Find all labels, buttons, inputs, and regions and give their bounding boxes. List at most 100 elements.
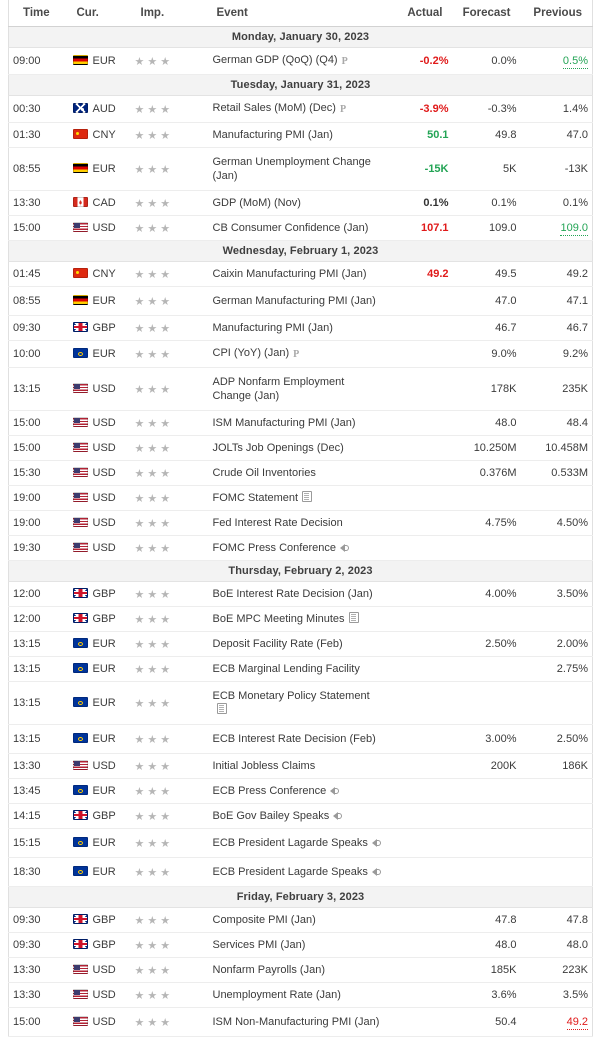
table-row[interactable]: 13:15 USD ★★★ ADP Nonfarm Employment Change… <box>8 367 593 411</box>
column-header-event[interactable]: Event <box>208 0 387 27</box>
table-row[interactable]: 15:00 USD ★★★ CB Consumer Confidence (Jan) 1… <box>8 215 593 241</box>
table-row[interactable]: 15:00 USD ★★★ ISM Manufacturing PMI (Jan) 48… <box>8 410 593 436</box>
event-importance[interactable]: ★★★ <box>130 535 209 561</box>
event-importance[interactable]: ★★★ <box>130 778 209 804</box>
table-row[interactable]: 01:45 CNY ★★★ Caixin Manufacturing PMI (Jan… <box>8 261 593 287</box>
table-row[interactable]: 08:55 EUR ★★★ German Unemployment Change (J… <box>8 147 593 191</box>
table-row[interactable]: 10:00 EUR ★★★ CPI (YoY) (Jan) P 9.0% 9.2% <box>8 340 593 368</box>
event-importance[interactable]: ★★★ <box>130 286 209 316</box>
event-name-cell[interactable]: Deposit Facility Rate (Feb) <box>208 631 387 657</box>
event-importance[interactable]: ★★★ <box>130 315 209 341</box>
table-row[interactable]: 13:15 EUR ★★★ ECB Interest Rate Decision (F… <box>8 724 593 754</box>
table-row[interactable]: 09:30 GBP ★★★ Services PMI (Jan) 48.0 48.0 <box>8 932 593 958</box>
column-header-forecast[interactable]: Forecast <box>452 0 521 27</box>
table-row[interactable]: 09:00 EUR ★★★ German GDP (QoQ) (Q4) P -0.2% 0.… <box>8 47 593 75</box>
event-name-cell[interactable]: CB Consumer Confidence (Jan) <box>208 215 387 241</box>
event-name-cell[interactable]: JOLTs Job Openings (Dec) <box>208 435 387 461</box>
document-icon[interactable] <box>302 491 313 502</box>
revised-value[interactable]: 109.0 <box>560 222 588 236</box>
table-row[interactable]: 19:00 USD ★★★ Fed Interest Rate Decision 4.7… <box>8 510 593 536</box>
column-header-previous[interactable]: Previous <box>520 0 593 27</box>
event-name-cell[interactable]: German Manufacturing PMI (Jan) <box>208 286 387 316</box>
event-importance[interactable]: ★★★ <box>130 681 209 725</box>
event-importance[interactable]: ★★★ <box>130 606 209 632</box>
table-row[interactable]: 19:30 USD ★★★ FOMC Press Conference <box>8 535 593 561</box>
table-row[interactable]: 13:15 EUR ★★★ ECB Monetary Policy Statement <box>8 681 593 725</box>
event-importance[interactable]: ★★★ <box>130 340 209 368</box>
event-importance[interactable]: ★★★ <box>130 857 209 887</box>
event-name-cell[interactable]: Manufacturing PMI (Jan) <box>208 315 387 341</box>
event-importance[interactable]: ★★★ <box>130 510 209 536</box>
event-name-cell[interactable]: ECB President Lagarde Speaks <box>208 828 387 858</box>
table-row[interactable]: 18:30 EUR ★★★ ECB President Lagarde Speaks <box>8 857 593 887</box>
column-header-actual[interactable]: Actual <box>386 0 453 27</box>
table-row[interactable]: 12:00 GBP ★★★ BoE Interest Rate Decision (J… <box>8 581 593 607</box>
event-name-cell[interactable]: ECB President Lagarde Speaks <box>208 857 387 887</box>
event-name-cell[interactable]: ISM Non-Manufacturing PMI (Jan) <box>208 1007 387 1037</box>
revised-value[interactable]: 0.5% <box>562 55 588 69</box>
table-row[interactable]: 13:30 CAD ★★★ GDP (MoM) (Nov) 0.1% 0.1% 0.1% <box>8 190 593 216</box>
event-name-cell[interactable]: GDP (MoM) (Nov) <box>208 190 387 216</box>
table-row[interactable]: 15:30 USD ★★★ Crude Oil Inventories 0.376M 0.… <box>8 460 593 486</box>
event-importance[interactable]: ★★★ <box>130 656 209 682</box>
event-importance[interactable]: ★★★ <box>130 631 209 657</box>
event-name-cell[interactable]: Caixin Manufacturing PMI (Jan) <box>208 261 387 287</box>
event-name-cell[interactable]: Manufacturing PMI (Jan) <box>208 122 387 148</box>
event-name-cell[interactable]: Crude Oil Inventories <box>208 460 387 486</box>
document-icon[interactable] <box>216 703 227 714</box>
table-row[interactable]: 15:15 EUR ★★★ ECB President Lagarde Speaks <box>8 828 593 858</box>
column-header-currency[interactable]: Cur. <box>68 0 131 27</box>
event-name-cell[interactable]: ECB Marginal Lending Facility <box>208 656 387 682</box>
event-importance[interactable]: ★★★ <box>130 581 209 607</box>
event-name-cell[interactable]: BoE Gov Bailey Speaks <box>208 803 387 829</box>
event-name-cell[interactable]: Services PMI (Jan) <box>208 932 387 958</box>
event-name-cell[interactable]: German Unemployment Change (Jan) <box>208 147 387 191</box>
event-name-cell[interactable]: Fed Interest Rate Decision <box>208 510 387 536</box>
event-importance[interactable]: ★★★ <box>130 753 209 779</box>
event-importance[interactable]: ★★★ <box>130 1007 209 1037</box>
event-importance[interactable]: ★★★ <box>130 803 209 829</box>
event-importance[interactable]: ★★★ <box>130 724 209 754</box>
table-row[interactable]: 09:30 GBP ★★★ Composite PMI (Jan) 47.8 47.8 <box>8 907 593 933</box>
event-name-cell[interactable]: CPI (YoY) (Jan) P <box>208 340 387 368</box>
event-name-cell[interactable]: ECB Monetary Policy Statement <box>208 681 387 725</box>
table-row[interactable]: 13:30 USD ★★★ Initial Jobless Claims 200K 186… <box>8 753 593 779</box>
event-importance[interactable]: ★★★ <box>130 410 209 436</box>
speaker-icon[interactable] <box>371 838 382 847</box>
table-row[interactable]: 00:30 AUD ★★★ Retail Sales (MoM) (Dec) P -3.9… <box>8 95 593 123</box>
table-row[interactable]: 19:00 USD ★★★ FOMC Statement <box>8 485 593 511</box>
table-row[interactable]: 01:30 CNY ★★★ Manufacturing PMI (Jan) 50.1 49… <box>8 122 593 148</box>
event-importance[interactable]: ★★★ <box>130 190 209 216</box>
speaker-icon[interactable] <box>330 786 340 795</box>
table-row[interactable]: 13:15 EUR ★★★ ECB Marginal Lending Facility… <box>8 656 593 682</box>
speaker-icon[interactable] <box>371 867 382 876</box>
event-importance[interactable]: ★★★ <box>130 47 209 75</box>
event-importance[interactable]: ★★★ <box>130 907 209 933</box>
table-row[interactable]: 09:30 GBP ★★★ Manufacturing PMI (Jan) 46.7 46… <box>8 315 593 341</box>
event-importance[interactable]: ★★★ <box>130 367 209 411</box>
event-name-cell[interactable]: Unemployment Rate (Jan) <box>208 982 387 1008</box>
event-importance[interactable]: ★★★ <box>130 982 209 1008</box>
event-name-cell[interactable]: ECB Press Conference <box>208 778 387 804</box>
table-row[interactable]: 15:00 USD ★★★ ISM Non-Manufacturing PMI (Ja… <box>8 1007 593 1037</box>
speaker-icon[interactable] <box>339 543 350 552</box>
revised-value[interactable]: 49.2 <box>566 1016 588 1030</box>
event-importance[interactable]: ★★★ <box>130 147 209 191</box>
event-name-cell[interactable]: Initial Jobless Claims <box>208 753 387 779</box>
event-importance[interactable]: ★★★ <box>130 828 209 858</box>
table-row[interactable]: 15:00 USD ★★★ JOLTs Job Openings (Dec) 10.25… <box>8 435 593 461</box>
event-name-cell[interactable]: BoE MPC Meeting Minutes <box>208 606 387 632</box>
event-importance[interactable]: ★★★ <box>130 485 209 511</box>
event-name-cell[interactable]: Retail Sales (MoM) (Dec) P <box>208 95 387 123</box>
event-importance[interactable]: ★★★ <box>130 435 209 461</box>
table-row[interactable]: 13:30 USD ★★★ Unemployment Rate (Jan) 3.6% 3.… <box>8 982 593 1008</box>
column-header-time[interactable]: Time <box>8 0 69 27</box>
event-importance[interactable]: ★★★ <box>130 95 209 123</box>
event-name-cell[interactable]: ADP Nonfarm Employment Change (Jan) <box>208 367 387 411</box>
event-name-cell[interactable]: Composite PMI (Jan) <box>208 907 387 933</box>
speaker-icon[interactable] <box>333 811 343 820</box>
event-importance[interactable]: ★★★ <box>130 957 209 983</box>
event-importance[interactable]: ★★★ <box>130 460 209 486</box>
column-header-importance[interactable]: Imp. <box>130 0 209 27</box>
event-importance[interactable]: ★★★ <box>130 261 209 287</box>
